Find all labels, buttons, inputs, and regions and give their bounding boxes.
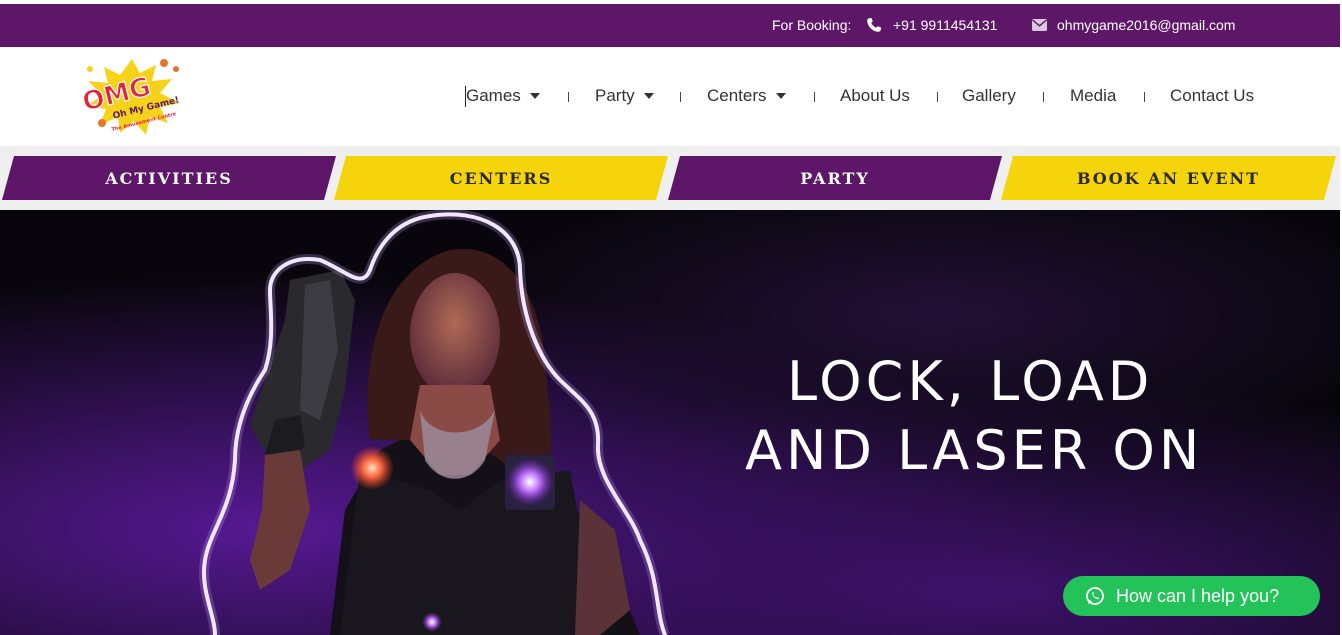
tab-centers[interactable]: CENTERS <box>334 156 668 200</box>
hero-headline-line-1: LOCK, LOAD <box>787 350 1154 413</box>
booking-phone-link[interactable]: +91 9911454131 <box>893 17 997 33</box>
site-header: OMG Oh My Game! The Amusement Centre Gam… <box>0 47 1340 146</box>
tab-label: BOOK AN EVENT <box>1076 168 1261 188</box>
caret-down-icon <box>643 93 654 99</box>
nav-divider <box>680 92 681 102</box>
booking-email-link[interactable]: ohmygame2016@gmail.com <box>1057 17 1235 33</box>
nav-item-centers[interactable]: Centers <box>707 86 786 106</box>
tab-activities[interactable]: ACTIVITIES <box>2 156 336 200</box>
nav-item-contact-us[interactable]: Contact Us <box>1170 86 1254 106</box>
nav-item-label: About Us <box>840 86 910 105</box>
tab-label: ACTIVITIES <box>105 168 233 188</box>
omg-logo[interactable]: OMG Oh My Game! The Amusement Centre <box>76 55 188 137</box>
nav-divider <box>937 92 938 102</box>
tab-label: CENTERS <box>449 168 553 188</box>
nav-item-party[interactable]: Party <box>595 86 654 106</box>
nav-item-label: Centers <box>707 86 767 105</box>
phone-icon <box>867 18 881 32</box>
top-contact-bar: For Booking: +91 9911454131 ohmygame2016… <box>0 4 1340 47</box>
nav-item-games[interactable]: Games <box>466 86 540 106</box>
envelope-icon <box>1032 19 1047 31</box>
nav-item-label: Party <box>595 86 635 105</box>
nav-divider <box>1144 92 1145 102</box>
tab-party[interactable]: PARTY <box>668 156 1002 200</box>
nav-item-label: Gallery <box>962 86 1016 105</box>
chat-button-label: How can I help you? <box>1116 585 1280 606</box>
nav-divider <box>568 92 569 102</box>
hero-headline-line-2: AND LASER ON <box>745 419 1204 482</box>
hero-banner: LOCK, LOAD AND LASER ON <box>0 210 1340 635</box>
category-tab-strip: ACTIVITIES CENTERS PARTY BOOK AN EVENT <box>0 146 1340 210</box>
caret-down-icon <box>529 93 540 99</box>
whatsapp-chat-button[interactable]: How can I help you? <box>1063 576 1320 616</box>
tab-label: PARTY <box>800 168 870 188</box>
whatsapp-icon <box>1086 587 1104 605</box>
nav-item-label: Contact Us <box>1170 86 1255 105</box>
nav-divider <box>1043 92 1044 102</box>
nav-item-about-us[interactable]: About Us <box>840 86 910 106</box>
nav-item-label: Games <box>466 86 521 105</box>
nav-divider <box>814 92 815 102</box>
caret-down-icon <box>775 93 786 99</box>
nav-item-label: Media <box>1070 86 1117 105</box>
nav-item-media[interactable]: Media <box>1070 86 1116 106</box>
booking-label: For Booking: <box>772 17 852 33</box>
tab-book-an-event[interactable]: BOOK AN EVENT <box>1001 156 1336 200</box>
nav-item-gallery[interactable]: Gallery <box>962 86 1016 106</box>
